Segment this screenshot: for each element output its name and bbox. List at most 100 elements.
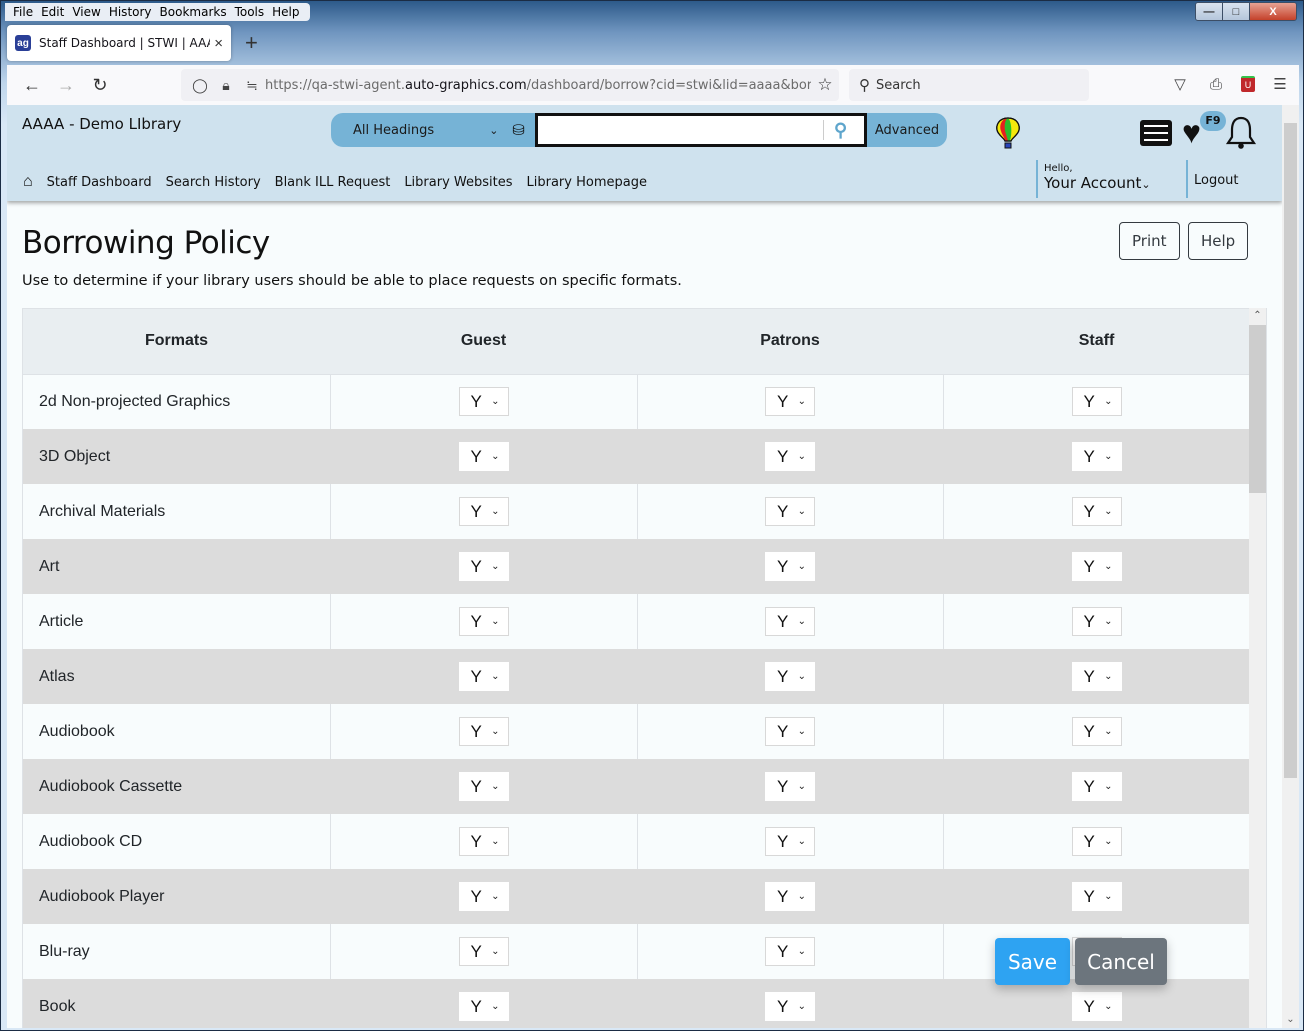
patrons-permission-select[interactable]: Y ⌄ <box>765 827 815 856</box>
nav-staff-dashboard[interactable]: Staff Dashboard <box>47 175 152 190</box>
search-scope-select[interactable]: All Headings ⌄ ⛁ <box>331 113 535 147</box>
hamburger-menu-icon[interactable]: ☰ <box>1269 73 1291 95</box>
shield-icon[interactable]: ◯ <box>187 77 213 94</box>
patrons-permission-select[interactable]: Y ⌄ <box>765 552 815 581</box>
menu-history[interactable]: History <box>105 3 156 21</box>
staff-permission-select[interactable]: Y⌄ <box>1071 607 1122 636</box>
tab-staff-dashboard[interactable]: ag Staff Dashboard | STWI | AAAA | × <box>7 25 231 61</box>
maximize-button[interactable]: □ <box>1223 3 1250 20</box>
menu-bookmarks[interactable]: Bookmarks <box>156 3 231 21</box>
nav-blank-ill-request[interactable]: Blank ILL Request <box>275 175 391 190</box>
pocket-icon[interactable]: ▽ <box>1169 73 1191 95</box>
cancel-button[interactable]: Cancel <box>1075 938 1167 985</box>
patrons-permission-select[interactable]: Y ⌄ <box>765 937 815 966</box>
notification-bell-icon[interactable] <box>1224 115 1258 151</box>
patrons-permission-select[interactable]: Y ⌄ <box>765 772 815 801</box>
home-icon[interactable]: ⌂ <box>23 173 33 191</box>
staff-permission-select[interactable]: Y⌄ <box>1071 772 1122 801</box>
help-button[interactable]: Help <box>1188 222 1249 260</box>
page-scrollbar[interactable]: ⌄ <box>1282 105 1299 1028</box>
guest-permission-select[interactable]: Y ⌄ <box>458 717 509 746</box>
patrons-permission-select[interactable]: Y ⌄ <box>765 442 815 471</box>
menu-edit[interactable]: Edit <box>37 3 68 21</box>
table-scrollbar-thumb[interactable] <box>1249 325 1266 493</box>
list-icon[interactable] <box>1140 120 1172 146</box>
guest-permission-select[interactable]: Y ⌄ <box>458 387 509 417</box>
database-icon[interactable]: ⛁ <box>512 121 525 139</box>
guest-permission-select[interactable]: Y ⌄ <box>458 497 509 526</box>
staff-permission-select[interactable]: Y⌄ <box>1071 442 1122 471</box>
patrons-permission-select[interactable]: Y ⌄ <box>765 882 815 911</box>
scroll-down-icon[interactable]: ⌄ <box>1282 1012 1299 1028</box>
patrons-permission-select[interactable]: Y ⌄ <box>765 497 815 526</box>
staff-permission-select[interactable]: Y⌄ <box>1071 497 1122 526</box>
staff-permission-select[interactable]: Y⌄ <box>1071 662 1122 691</box>
hot-air-balloon-icon[interactable] <box>995 117 1021 149</box>
staff-permission-select[interactable]: Y⌄ <box>1071 552 1122 581</box>
staff-permission-select[interactable]: Y⌄ <box>1071 882 1122 911</box>
staff-permission-select[interactable]: Y⌄ <box>1071 827 1122 856</box>
menu-view[interactable]: View <box>68 3 104 21</box>
menu-file[interactable]: File <box>9 3 37 21</box>
print-icon[interactable]: ⎙ <box>1205 73 1227 95</box>
page-scrollbar-thumb[interactable] <box>1284 123 1297 778</box>
reload-icon[interactable]: ↻ <box>83 69 117 101</box>
close-tab-icon[interactable]: × <box>214 35 223 52</box>
mcafee-icon[interactable]: U <box>1241 76 1255 92</box>
staff-cell: Y⌄ <box>943 814 1251 869</box>
url-bar[interactable]: ◯ 🔒︎ ≒ https://qa-stwi-agent.auto-graphi… <box>181 69 839 101</box>
table-scrollbar[interactable]: ⌃ <box>1249 308 1266 1028</box>
account-label[interactable]: Your Account <box>1044 174 1141 192</box>
new-tab-button[interactable]: + <box>245 30 258 56</box>
nav-library-websites[interactable]: Library Websites <box>404 175 512 190</box>
guest-permission-select[interactable]: Y ⌄ <box>458 607 509 636</box>
staff-permission-select[interactable]: Y⌄ <box>1071 717 1122 746</box>
selected-value: Y <box>777 831 789 851</box>
selected-value: Y <box>777 776 789 796</box>
menu-tools[interactable]: Tools <box>231 3 269 21</box>
logout-link[interactable]: Logout <box>1186 160 1239 198</box>
borrowing-policy-table: Formats Guest Patrons Staff 2d Non-proje… <box>23 309 1251 1028</box>
guest-permission-select[interactable]: Y ⌄ <box>458 442 509 471</box>
catalog-search-input[interactable] <box>538 116 823 144</box>
account-menu[interactable]: Hello, Your Account⌄ <box>1036 160 1151 198</box>
guest-permission-select[interactable]: Y ⌄ <box>458 882 509 911</box>
guest-permission-select[interactable]: Y ⌄ <box>458 992 509 1021</box>
browser-search-bar[interactable]: ⚲ Search <box>849 69 1089 101</box>
print-button[interactable]: Print <box>1119 222 1180 260</box>
url-text[interactable]: https://qa-stwi-agent.auto-graphics.com/… <box>265 78 811 93</box>
lock-icon[interactable]: 🔒︎ <box>213 77 239 94</box>
patrons-permission-select[interactable]: Y ⌄ <box>765 607 815 636</box>
scroll-up-icon[interactable]: ⌃ <box>1249 308 1266 324</box>
guest-permission-select[interactable]: Y ⌄ <box>458 662 509 691</box>
guest-permission-select[interactable]: Y ⌄ <box>458 937 509 966</box>
guest-permission-select[interactable]: Y ⌄ <box>458 552 509 581</box>
forward-icon[interactable]: → <box>49 69 83 101</box>
guest-permission-select[interactable]: Y ⌄ <box>458 827 509 856</box>
patrons-permission-select[interactable]: Y ⌄ <box>765 717 815 746</box>
permissions-icon[interactable]: ≒ <box>239 77 265 94</box>
back-icon[interactable]: ← <box>15 69 49 101</box>
menu-help[interactable]: Help <box>268 3 303 21</box>
minimize-button[interactable]: — <box>1196 3 1223 20</box>
patrons-cell: Y ⌄ <box>637 814 944 869</box>
search-icon: ⚲ <box>859 77 870 94</box>
selected-value: Y <box>1083 611 1095 631</box>
guest-permission-select[interactable]: Y ⌄ <box>458 772 509 801</box>
advanced-search-button[interactable]: Advanced <box>867 113 947 147</box>
bookmark-star-icon[interactable]: ☆ <box>811 75 839 95</box>
patrons-permission-select[interactable]: Y ⌄ <box>765 662 815 691</box>
search-icon[interactable]: ⚲ <box>834 120 856 141</box>
patrons-permission-select[interactable]: Y ⌄ <box>765 992 815 1021</box>
favorites-heart-icon[interactable]: ♥ F9 <box>1182 111 1226 149</box>
selected-value: Y <box>777 941 789 961</box>
staff-permission-select[interactable]: Y⌄ <box>1071 387 1122 417</box>
patrons-permission-select[interactable]: Y ⌄ <box>765 387 815 417</box>
close-window-button[interactable]: X <box>1250 3 1296 20</box>
nav-search-history[interactable]: Search History <box>166 175 261 190</box>
staff-permission-select[interactable]: Y⌄ <box>1071 992 1122 1021</box>
nav-library-homepage[interactable]: Library Homepage <box>527 175 647 190</box>
save-button[interactable]: Save <box>995 938 1070 985</box>
catalog-search-field[interactable]: ⚲ <box>535 113 867 147</box>
staff-cell: Y⌄ <box>943 374 1251 429</box>
